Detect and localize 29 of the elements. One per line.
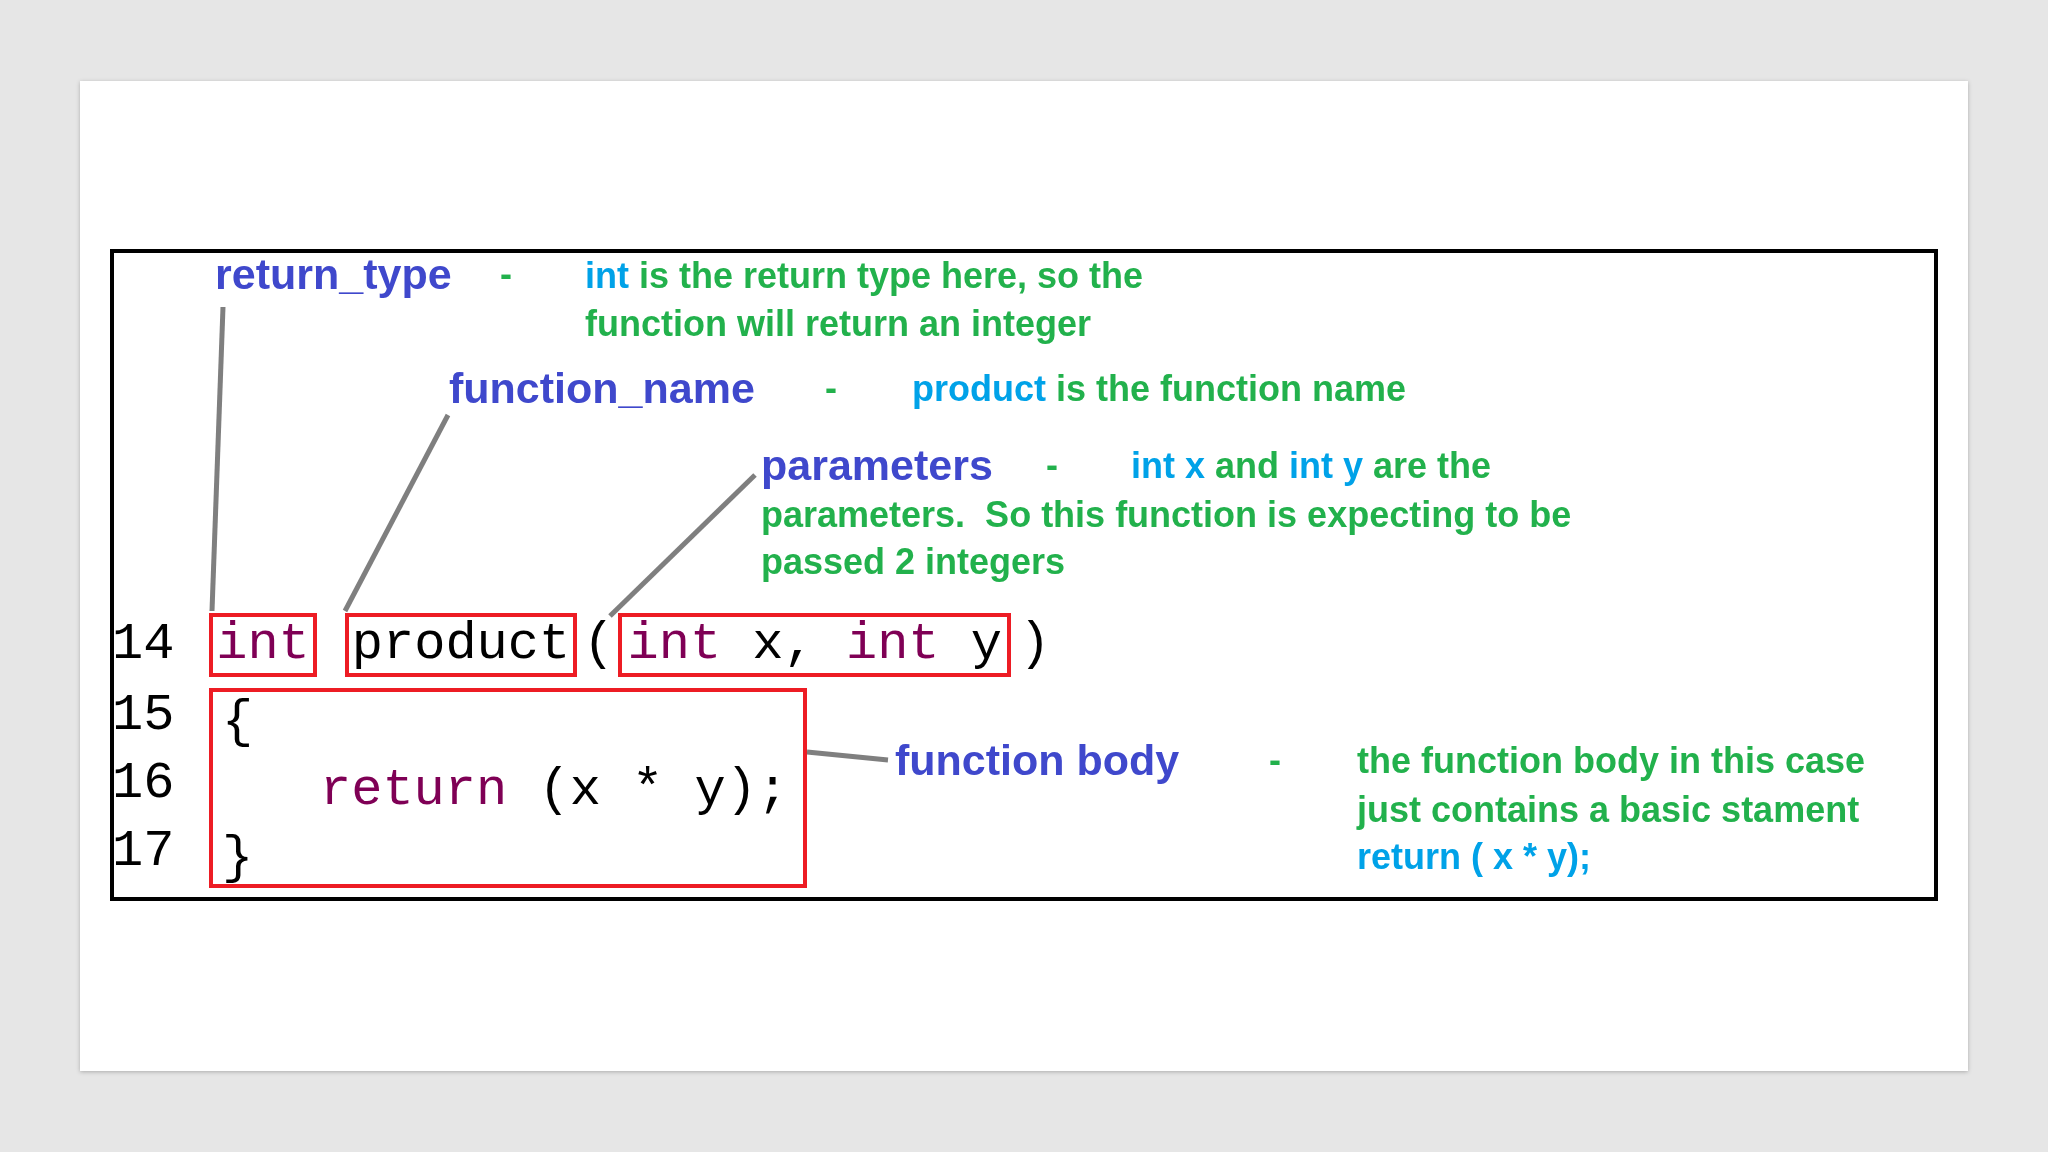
- annotation-text: parameters. So this function is expecting to be: [761, 493, 1572, 537]
- annotation-text: passed 2 integers: [761, 540, 1066, 584]
- annotation-text: the function body in this case: [1357, 739, 1866, 783]
- line-number: 15: [112, 686, 175, 746]
- code-line: return (x * y);: [320, 761, 790, 821]
- annotation-label: parameters: [761, 440, 993, 491]
- dash-separator: -: [825, 366, 837, 410]
- line-number: 14: [112, 615, 175, 675]
- line-number: 17: [112, 822, 175, 882]
- highlighted-code: int x, int y: [618, 613, 1012, 677]
- annotation-text: int x and int y are the: [1131, 444, 1492, 488]
- annotation-label: function body: [895, 735, 1180, 786]
- dash-separator: -: [1046, 443, 1058, 487]
- code-text: (: [582, 614, 616, 676]
- dash-separator: -: [1269, 738, 1281, 782]
- dash-separator: -: [500, 252, 512, 296]
- code-line: {: [222, 693, 255, 753]
- annotation-text: function will return an integer: [585, 302, 1092, 346]
- highlighted-code: int: [209, 613, 317, 677]
- highlighted-code: product: [345, 613, 577, 677]
- annotation-label: function_name: [449, 363, 755, 414]
- annotation-label: return_type: [215, 249, 452, 300]
- code-text: ): [1018, 614, 1052, 676]
- annotation-text: just contains a basic stament: [1357, 788, 1860, 832]
- annotation-text: int is the return type here, so the: [585, 254, 1144, 298]
- annotation-text: product is the function name: [912, 367, 1407, 411]
- line-number: 16: [112, 754, 175, 814]
- code-line: }: [222, 829, 255, 889]
- annotation-text: return ( x * y);: [1357, 835, 1592, 879]
